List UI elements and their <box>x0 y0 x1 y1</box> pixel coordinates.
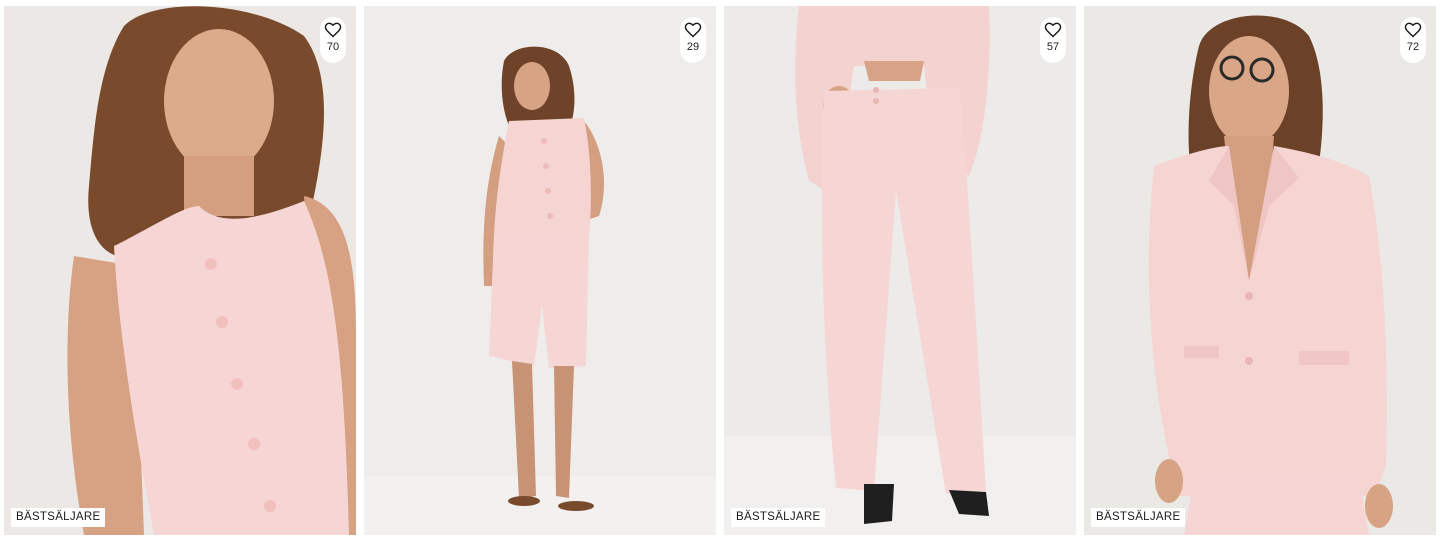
product-image[interactable] <box>4 6 356 535</box>
bestseller-badge: BÄSTSÄLJARE <box>1091 508 1186 527</box>
favorite-button[interactable]: 70 <box>320 17 346 63</box>
product-image[interactable] <box>364 6 716 535</box>
favorite-button[interactable]: 29 <box>680 17 706 63</box>
heart-outline-icon <box>684 22 702 38</box>
product-card-vest-shorts[interactable]: 29 <box>364 6 716 535</box>
favorite-count: 57 <box>1046 41 1060 53</box>
product-grid: 70 BÄSTSÄLJARE 29 57 BÄSTSÄLJARE 72 BÄST… <box>4 6 1437 535</box>
favorite-count: 72 <box>1406 41 1420 53</box>
product-card-trousers[interactable]: 57 BÄSTSÄLJARE <box>724 6 1076 535</box>
product-card-vest-closeup[interactable]: 70 BÄSTSÄLJARE <box>4 6 356 535</box>
favorite-count: 29 <box>686 41 700 53</box>
heart-outline-icon <box>1404 22 1422 38</box>
product-card-blazer[interactable]: 72 BÄSTSÄLJARE <box>1084 6 1436 535</box>
product-image[interactable] <box>724 6 1076 535</box>
heart-outline-icon <box>1044 22 1062 38</box>
favorite-button[interactable]: 57 <box>1040 17 1066 63</box>
favorite-count: 70 <box>326 41 340 53</box>
bestseller-badge: BÄSTSÄLJARE <box>731 508 826 527</box>
product-image[interactable] <box>1084 6 1436 535</box>
heart-outline-icon <box>324 22 342 38</box>
favorite-button[interactable]: 72 <box>1400 17 1426 63</box>
bestseller-badge: BÄSTSÄLJARE <box>11 508 106 527</box>
